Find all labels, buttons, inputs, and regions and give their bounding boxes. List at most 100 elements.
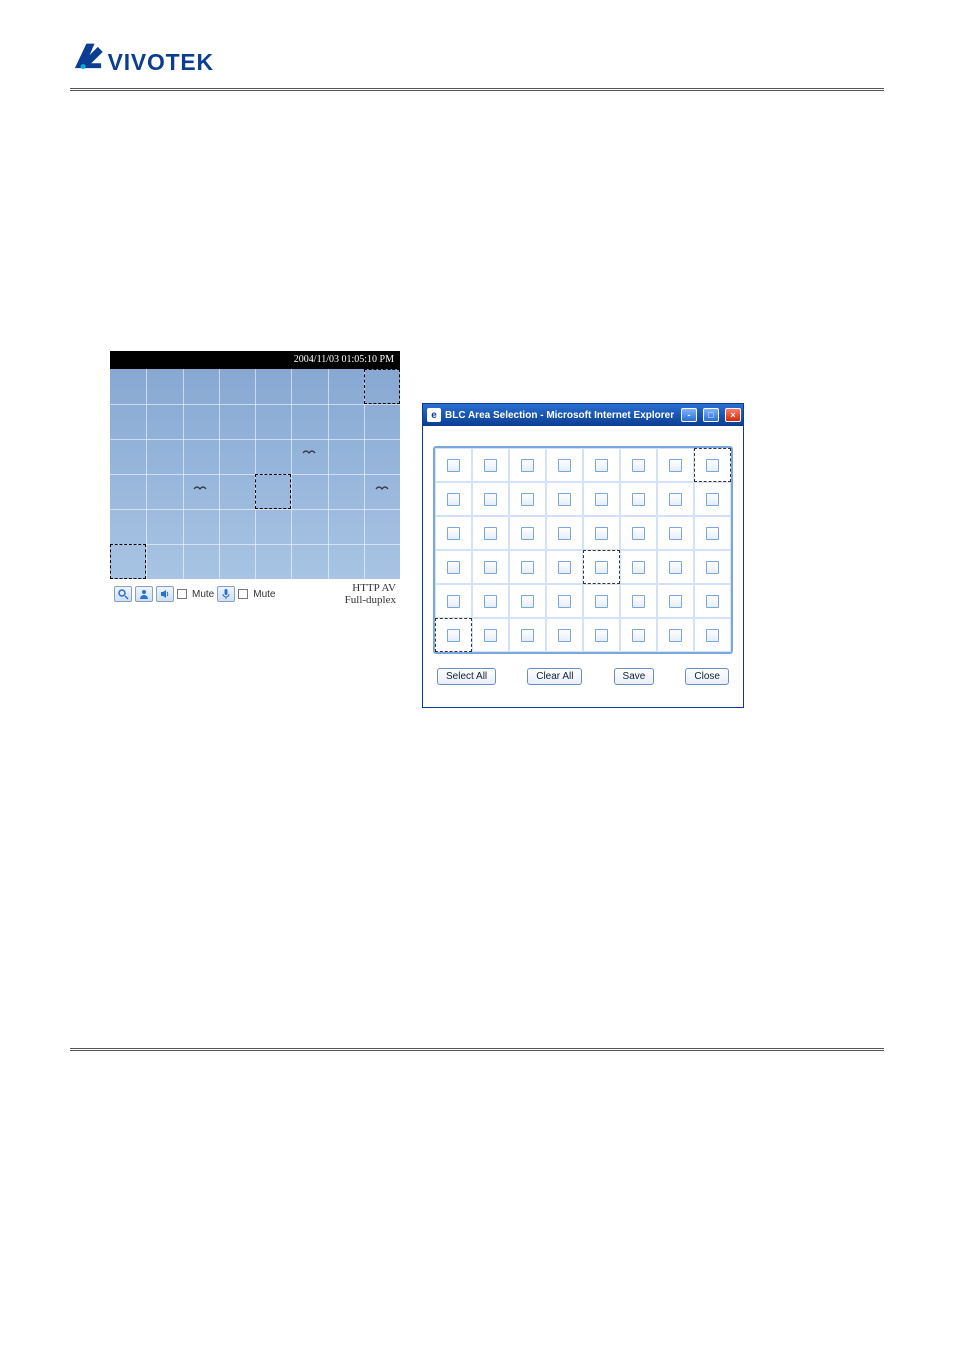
blc-checkbox[interactable] <box>447 629 460 642</box>
blc-cell[interactable] <box>546 618 583 652</box>
blc-checkbox[interactable] <box>669 629 682 642</box>
blc-cell[interactable] <box>509 584 546 618</box>
blc-cell[interactable] <box>509 516 546 550</box>
zoom-icon[interactable] <box>114 586 132 602</box>
blc-checkbox[interactable] <box>447 493 460 506</box>
speaker-icon[interactable] <box>156 586 174 602</box>
blc-cell[interactable] <box>546 482 583 516</box>
blc-checkbox[interactable] <box>484 561 497 574</box>
clear-all-button[interactable]: Clear All <box>527 668 582 685</box>
mute-1-checkbox[interactable] <box>177 589 189 600</box>
blc-cell[interactable] <box>583 550 620 584</box>
blc-checkbox[interactable] <box>447 459 460 472</box>
blc-checkbox[interactable] <box>632 595 645 608</box>
blc-cell[interactable] <box>472 482 509 516</box>
blc-cell[interactable] <box>694 482 731 516</box>
blc-cell[interactable] <box>620 448 657 482</box>
blc-cell[interactable] <box>435 550 472 584</box>
blc-checkbox[interactable] <box>558 561 571 574</box>
blc-checkbox[interactable] <box>595 459 608 472</box>
blc-checkbox[interactable] <box>484 527 497 540</box>
blc-checkbox[interactable] <box>632 493 645 506</box>
blc-cell[interactable] <box>583 618 620 652</box>
blc-cell[interactable] <box>694 516 731 550</box>
blc-checkbox[interactable] <box>521 459 534 472</box>
blc-cell[interactable] <box>657 584 694 618</box>
blc-checkbox[interactable] <box>669 493 682 506</box>
blc-checkbox[interactable] <box>558 595 571 608</box>
blc-cell[interactable] <box>472 516 509 550</box>
blc-cell[interactable] <box>509 550 546 584</box>
blc-cell[interactable] <box>620 550 657 584</box>
blc-cell[interactable] <box>694 550 731 584</box>
blc-checkbox[interactable] <box>595 493 608 506</box>
blc-cell[interactable] <box>472 618 509 652</box>
blc-checkbox[interactable] <box>558 527 571 540</box>
blc-checkbox[interactable] <box>632 459 645 472</box>
blc-checkbox[interactable] <box>521 629 534 642</box>
blc-cell[interactable] <box>472 584 509 618</box>
blc-cell[interactable] <box>546 516 583 550</box>
blc-checkbox[interactable] <box>669 561 682 574</box>
blc-checkbox[interactable] <box>484 493 497 506</box>
blc-cell[interactable] <box>435 482 472 516</box>
select-all-button[interactable]: Select All <box>437 668 496 685</box>
blc-checkbox[interactable] <box>595 629 608 642</box>
blc-cell[interactable] <box>472 550 509 584</box>
blc-cell[interactable] <box>583 516 620 550</box>
close-button[interactable]: × <box>725 408 741 422</box>
blc-cell[interactable] <box>509 618 546 652</box>
blc-checkbox[interactable] <box>595 561 608 574</box>
blc-cell[interactable] <box>657 618 694 652</box>
blc-checkbox[interactable] <box>447 595 460 608</box>
blc-cell[interactable] <box>435 516 472 550</box>
blc-cell[interactable] <box>657 516 694 550</box>
blc-cell[interactable] <box>694 448 731 482</box>
blc-cell[interactable] <box>620 482 657 516</box>
blc-checkbox[interactable] <box>632 561 645 574</box>
blc-cell[interactable] <box>435 448 472 482</box>
blc-cell[interactable] <box>583 482 620 516</box>
blc-cell[interactable] <box>546 550 583 584</box>
blc-cell[interactable] <box>620 516 657 550</box>
blc-cell[interactable] <box>546 584 583 618</box>
blc-cell[interactable] <box>435 584 472 618</box>
blc-checkbox[interactable] <box>706 527 719 540</box>
blc-checkbox[interactable] <box>706 595 719 608</box>
blc-cell[interactable] <box>657 550 694 584</box>
mute-2-checkbox[interactable] <box>238 589 250 600</box>
blc-checkbox[interactable] <box>706 459 719 472</box>
blc-cell[interactable] <box>694 584 731 618</box>
blc-checkbox[interactable] <box>706 561 719 574</box>
blc-checkbox[interactable] <box>484 459 497 472</box>
blc-checkbox[interactable] <box>595 595 608 608</box>
blc-checkbox[interactable] <box>558 493 571 506</box>
blc-cell[interactable] <box>583 448 620 482</box>
blc-checkbox[interactable] <box>632 629 645 642</box>
blc-checkbox[interactable] <box>447 527 460 540</box>
blc-checkbox[interactable] <box>558 629 571 642</box>
blc-checkbox[interactable] <box>632 527 645 540</box>
blc-checkbox[interactable] <box>484 595 497 608</box>
blc-checkbox[interactable] <box>706 493 719 506</box>
blc-cell[interactable] <box>620 584 657 618</box>
blc-checkbox[interactable] <box>706 629 719 642</box>
blc-checkbox[interactable] <box>521 527 534 540</box>
blc-checkbox[interactable] <box>521 595 534 608</box>
blc-checkbox[interactable] <box>669 595 682 608</box>
user-icon[interactable] <box>135 586 153 602</box>
blc-checkbox[interactable] <box>669 527 682 540</box>
mic-icon[interactable] <box>217 586 235 602</box>
blc-cell[interactable] <box>435 618 472 652</box>
maximize-button[interactable]: □ <box>703 408 719 422</box>
close-popup-button[interactable]: Close <box>685 668 729 685</box>
save-button[interactable]: Save <box>614 668 655 685</box>
blc-cell[interactable] <box>657 482 694 516</box>
blc-cell[interactable] <box>583 584 620 618</box>
minimize-button[interactable]: ‐ <box>681 408 697 422</box>
blc-checkbox[interactable] <box>484 629 497 642</box>
blc-cell[interactable] <box>509 482 546 516</box>
blc-cell[interactable] <box>620 618 657 652</box>
blc-cell[interactable] <box>657 448 694 482</box>
blc-checkbox[interactable] <box>558 459 571 472</box>
